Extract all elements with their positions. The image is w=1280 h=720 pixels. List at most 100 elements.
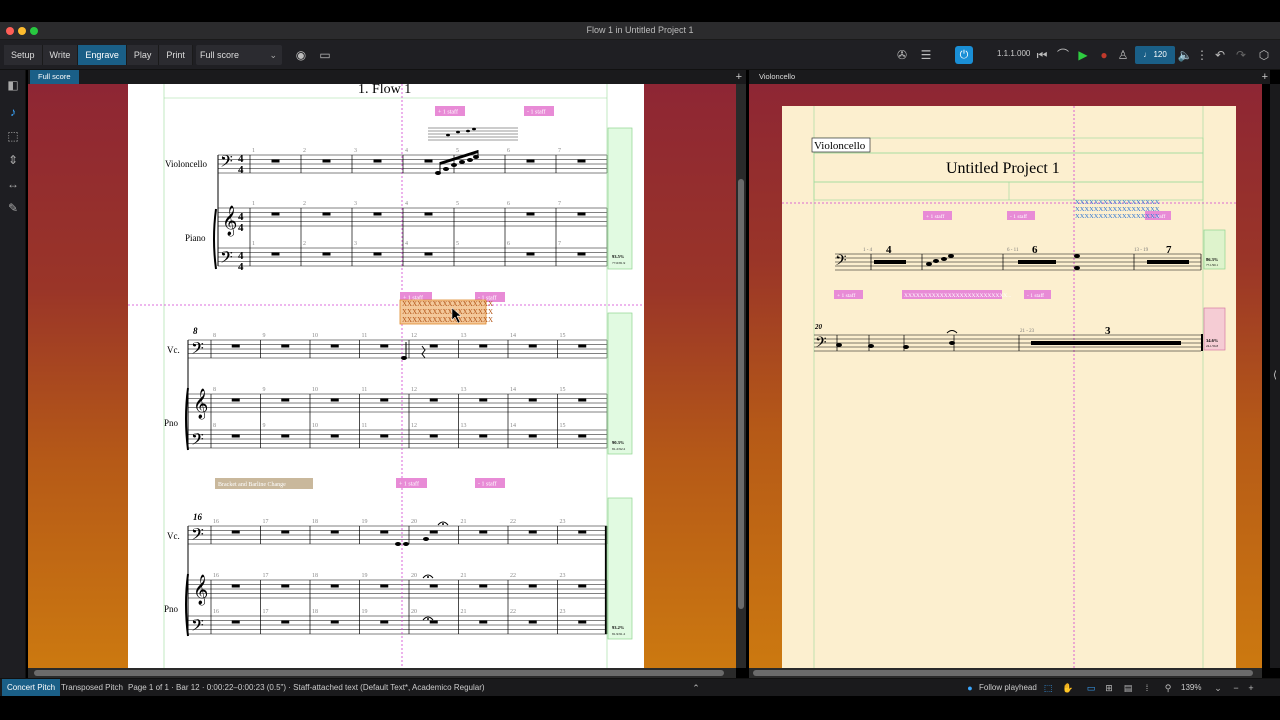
record-icon[interactable]: ● — [1096, 47, 1112, 63]
video-reel-icon[interactable]: ✇ — [894, 47, 910, 63]
bar-number: 16 — [213, 573, 219, 579]
staff-tag[interactable]: + 1 staff — [399, 481, 419, 488]
notation-options-icon[interactable]: ⬡ — [1256, 47, 1272, 63]
vc-label: Vc. — [167, 345, 180, 355]
rewind-icon[interactable]: ⏮ — [1034, 47, 1050, 63]
metronome-click-icon[interactable]: ⌒ — [1055, 47, 1071, 63]
mode-engrave[interactable]: Engrave — [78, 45, 127, 65]
mode-setup[interactable]: Setup — [4, 45, 43, 65]
bracket-barline-change-tag[interactable]: Bracket and Barline Change — [218, 482, 286, 488]
staff-text-line[interactable]: XXXXXXXXXXXXXXXXXX — [1075, 213, 1160, 220]
bar-number: 8 — [193, 326, 198, 336]
bar-number: 1 — [252, 148, 255, 154]
pen-icon[interactable]: ✎ — [3, 198, 23, 218]
galley-view-icon[interactable]: ⊞ — [1103, 682, 1115, 694]
full-score-view[interactable]: 1. Flow 1 Violoncello Piano Vc. Pno Vc. … — [28, 84, 736, 668]
page-view-icon[interactable]: ▭ — [1085, 682, 1097, 694]
bar-number: 12 — [411, 387, 417, 393]
selection-tool-icon[interactable]: ⬚ — [1042, 682, 1054, 694]
tab-full-score[interactable]: Full score — [30, 70, 79, 84]
staff-tag[interactable]: - 1 staff — [478, 481, 497, 488]
staff-text-line[interactable]: XXXXXXXXXXXXXXXXXX — [1075, 199, 1160, 206]
bar-number: 22 — [510, 573, 516, 579]
bar-number: 16 — [193, 512, 203, 522]
bar-number: 1 — [252, 201, 255, 207]
fill-stat: 93.2% — [612, 625, 625, 630]
bass-clef: 𝄢 — [220, 153, 233, 175]
bar-number: 23 — [560, 519, 566, 525]
more-options-icon[interactable]: ⋮ — [1194, 47, 1210, 63]
concert-pitch-button[interactable]: Concert Pitch — [2, 679, 61, 697]
staff-text-line[interactable]: XXXXXXXXXXXXXXXXXX — [1075, 206, 1160, 213]
mixer-icon[interactable]: ☰ — [918, 47, 934, 63]
bar-number: 17 — [263, 573, 269, 579]
bar-number: 14 — [510, 333, 516, 339]
add-tab-icon[interactable]: + — [736, 70, 742, 84]
mode-print[interactable]: Print — [159, 45, 193, 65]
bar-number: 13 — [461, 333, 467, 339]
collapse-panel-icon[interactable]: ⌃ — [690, 682, 702, 694]
staff-tag[interactable]: - 1 staff — [527, 109, 546, 116]
vertical-scrollbar[interactable] — [736, 84, 746, 668]
hand-tool-icon[interactable]: ✋ — [1062, 682, 1074, 694]
bar-range: 13 - 19 — [1134, 248, 1149, 253]
bar-number: 9 — [263, 387, 266, 393]
bar-range: 6 - 11 — [1007, 248, 1019, 253]
fill-stat: 24.1/56.8 — [1206, 344, 1218, 348]
zoom-level[interactable]: 139% — [1176, 679, 1206, 697]
bar-number: 4 — [405, 201, 408, 207]
graphic-editing-icon[interactable]: ♪ — [3, 102, 23, 122]
note-spacing-icon[interactable]: ↔ — [3, 174, 23, 194]
layout-select[interactable]: Full score ⌄ — [196, 45, 282, 65]
staff-tag[interactable]: - 1 staff — [1027, 292, 1044, 299]
bar-range: 1 - 4 — [863, 248, 873, 253]
play-icon[interactable]: ▶ — [1075, 47, 1091, 63]
add-tab-icon[interactable]: + — [1262, 70, 1268, 84]
undo-icon[interactable]: ↶ — [1212, 47, 1228, 63]
long-staff-text[interactable]: XXXXXXXXXXXXXXXXXXXXXXXXXX... — [904, 293, 1012, 299]
follow-playhead-toggle[interactable]: Follow playhead — [974, 679, 1042, 697]
main-toolbar: Setup Write Engrave Play Print Full scor… — [0, 40, 1280, 70]
pno-label: Pno — [164, 604, 179, 614]
zoom-icon[interactable]: ⚲ — [1162, 682, 1174, 694]
zoom-out-icon[interactable]: − — [1230, 682, 1242, 694]
svg-text:4: 4 — [238, 222, 244, 234]
horizontal-scrollbar[interactable] — [749, 668, 1262, 678]
bar-number: 20 — [411, 573, 417, 579]
spread-layout-icon[interactable]: ⁞ — [1141, 682, 1153, 694]
title-bar: Flow 1 in Untitled Project 1 — [0, 22, 1280, 40]
part-view[interactable]: Violoncello Untitled Project 1 𝄢 𝄢 20 4 … — [749, 84, 1262, 668]
bar-number: 22 — [510, 519, 516, 525]
staff-text-line[interactable]: XXXXXXXXXXXXXXXXXX — [402, 300, 493, 308]
eye-icon[interactable]: ◉ — [293, 47, 309, 63]
staff-tag[interactable]: + 1 staff — [926, 213, 944, 220]
speaker-icon[interactable]: 🔈 — [1177, 47, 1193, 63]
redo-icon[interactable]: ↷ — [1233, 47, 1249, 63]
staff-text-line[interactable]: XXXXXXXXXXXXXXXXXX — [402, 316, 493, 324]
staff-spacing-icon[interactable]: ⇕ — [3, 150, 23, 170]
staff-tag[interactable]: + 1 staff — [837, 292, 855, 299]
bar-number: 12 — [411, 423, 417, 429]
window-layout-icon[interactable]: ▭ — [317, 47, 333, 63]
mode-play[interactable]: Play — [126, 45, 160, 65]
power-icon[interactable]: ⏻ — [955, 46, 973, 64]
bar-number: 13 — [461, 387, 467, 393]
tempo-display[interactable]: ♩ 120 — [1135, 46, 1175, 64]
staff-tag[interactable]: - 1 staff — [1010, 213, 1027, 220]
tab-violoncello[interactable]: Violoncello — [751, 70, 803, 84]
horizontal-scrollbar[interactable] — [28, 668, 736, 678]
bar-number: 19 — [362, 519, 368, 525]
zoom-in-icon[interactable]: + — [1245, 682, 1257, 694]
panel-toggle-icon[interactable]: ◧ — [3, 75, 23, 95]
transposed-pitch-button[interactable]: Transposed Pitch — [56, 679, 128, 697]
chevron-down-icon[interactable]: ⌄ — [1212, 682, 1224, 694]
spreads-icon[interactable]: ▤ — [1122, 682, 1134, 694]
frame-editing-icon[interactable]: ⬚ — [3, 126, 23, 146]
mode-write[interactable]: Write — [42, 45, 79, 65]
staff-text-line[interactable]: XXXXXXXXXXXXXXXXXX — [402, 308, 493, 316]
fill-stat: 93.5% — [612, 254, 625, 259]
staff-tag[interactable]: + 1 staff — [438, 109, 458, 116]
bass-clef: 𝄢 — [191, 617, 204, 639]
right-panel-collapse-icon[interactable]: ⟨ — [1270, 84, 1280, 668]
metronome-icon[interactable]: ♙ — [1115, 47, 1131, 63]
